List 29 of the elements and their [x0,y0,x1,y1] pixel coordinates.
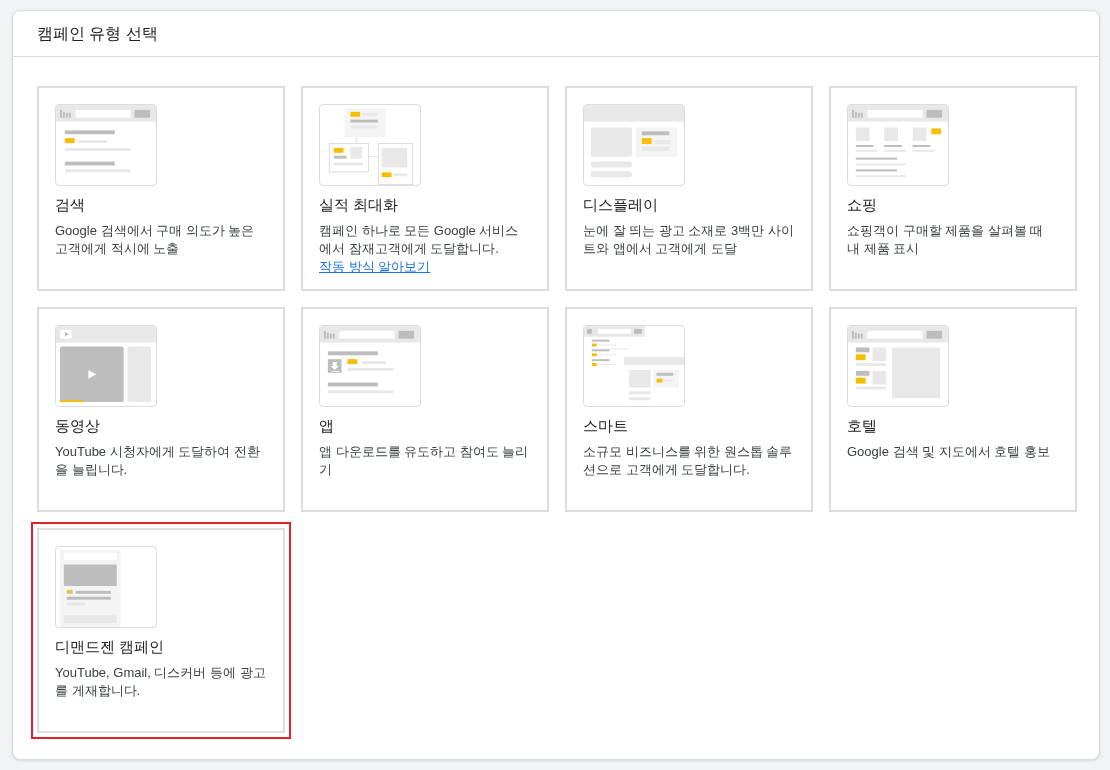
campaign-type-card[interactable]: 동영상 YouTube 시청자에게 도달하여 전환을 늘립니다. [37,307,285,512]
campaign-type-card[interactable]: 실적 최대화 캠페인 하나로 모든 Google 서비스에서 잠재고객에게 도달합니다. 작동 방식 알아보기 [301,86,549,291]
campaign-type-title: 스마트 [583,416,629,436]
panel-title: 캠페인 유형 선택 [37,23,158,44]
campaign-type-title: 쇼핑 [847,195,878,215]
campaign-type-title: 호텔 [847,416,878,436]
campaign-type-description: 캠페인 하나로 모든 Google 서비스에서 잠재고객에게 도달합니다. 작동 방식 알아보기 [319,222,520,276]
campaign-type-card[interactable]: 앱 앱 다운로드를 유도하고 참여도 늘리기 [301,307,549,512]
campaign-type-description: 쇼핑객이 구매할 제품을 살펴볼 때 내 제품 표시 [847,222,1045,258]
campaign-type-card[interactable]: 검색 Google 검색에서 구매 의도가 높은 고객에게 적시에 노출 [37,86,285,291]
campaign-type-title: 동영상 [55,416,101,436]
campaign-type-card[interactable]: 디맨드젠 캠페인 YouTube, Gmail, 디스커버 등에 광고를 게재합니다. [37,528,285,733]
campaign-type-title: 디맨드젠 캠페인 [55,637,166,657]
campaign-type-title: 디스플레이 [583,195,659,215]
campaign-type-title: 검색 [55,195,86,215]
campaign-type-description: YouTube 시청자에게 도달하여 전환을 늘립니다. [55,443,261,479]
campaign-type-description: 소규모 비즈니스를 위한 원스톱 솔루션으로 고객에게 도달합니다. [583,443,794,479]
campaign-type-description: YouTube, Gmail, 디스커버 등에 광고를 게재합니다. [55,664,267,700]
learn-more-link[interactable]: 작동 방식 알아보기 [319,259,431,274]
campaign-type-card[interactable]: 쇼핑 쇼핑객이 구매할 제품을 살펴볼 때 내 제품 표시 [829,86,1077,291]
campaign-type-title: 앱 [319,416,335,436]
campaign-type-title: 실적 최대화 [319,195,400,215]
campaign-type-description: Google 검색에서 구매 의도가 높은 고객에게 적시에 노출 [55,222,256,258]
campaign-type-card[interactable]: 호텔 Google 검색 및 지도에서 호텔 홍보 [829,307,1077,512]
campaign-type-description: Google 검색 및 지도에서 호텔 홍보 [847,443,1051,461]
campaign-type-card[interactable]: 스마트 소규모 비즈니스를 위한 원스톱 솔루션으로 고객에게 도달합니다. [565,307,813,512]
campaign-type-card[interactable]: 디스플레이 눈에 잘 띄는 광고 소재로 3백만 사이트와 앱에서 고객에게 도달 [565,86,813,291]
campaign-type-description: 눈에 잘 띄는 광고 소재로 3백만 사이트와 앱에서 고객에게 도달 [583,222,795,258]
campaign-type-description: 앱 다운로드를 유도하고 참여도 늘리기 [319,443,530,479]
